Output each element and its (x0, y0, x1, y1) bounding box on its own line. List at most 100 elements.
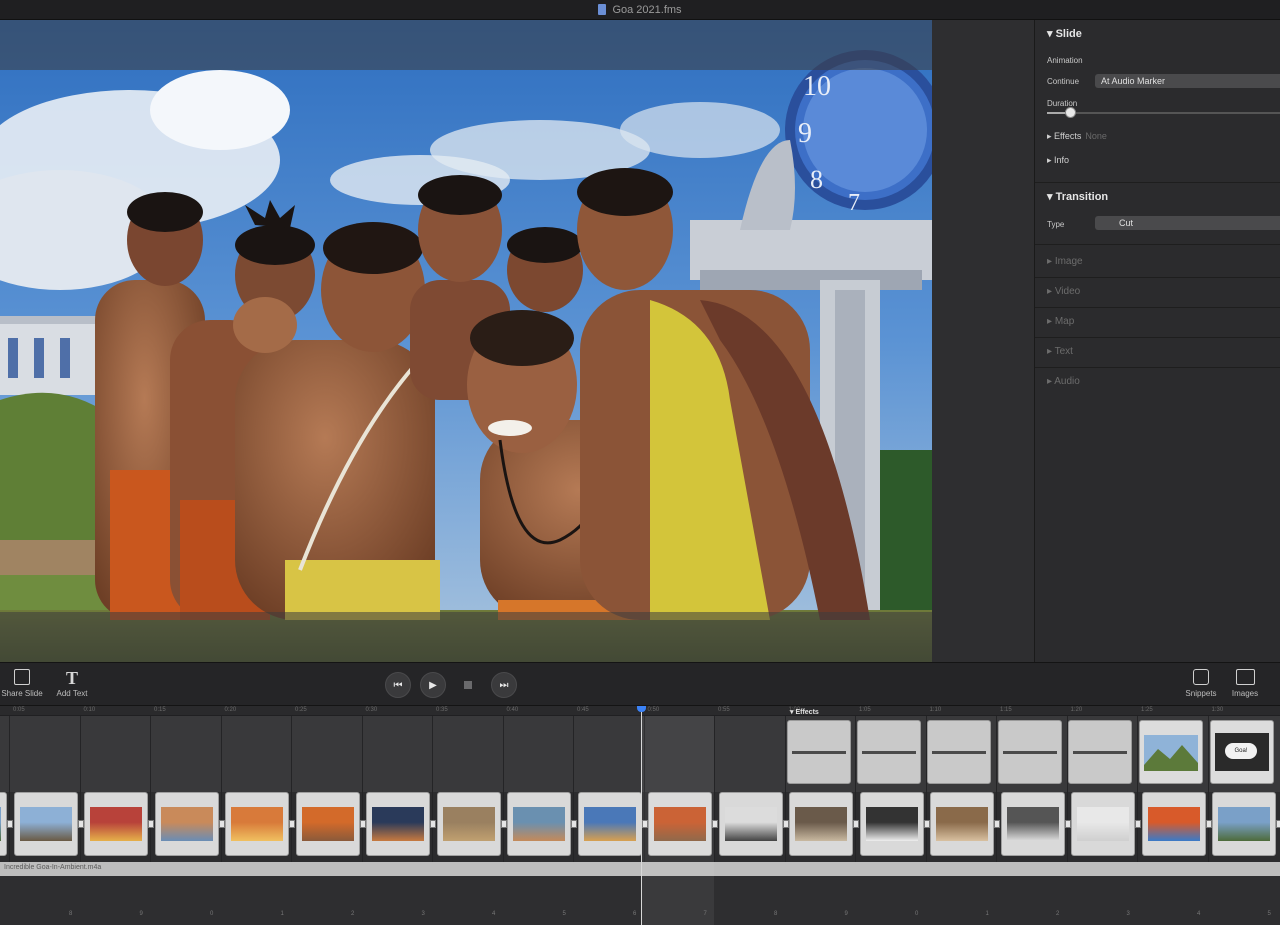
transition-connector[interactable] (500, 820, 507, 828)
transition-connector[interactable] (1064, 820, 1071, 828)
play-button[interactable]: ▶ (420, 672, 446, 698)
duration-slider-track[interactable] (1047, 112, 1280, 114)
slide-viewer[interactable]: 10 9 8 7 (0, 20, 932, 662)
slide-clip[interactable] (577, 792, 642, 856)
slide-thumbnail (1006, 807, 1059, 841)
audio-section[interactable]: ▸ Audio (1047, 376, 1080, 387)
transition-section-header[interactable]: ▾ Transition (1047, 190, 1108, 203)
effect-clip-image[interactable] (1139, 720, 1203, 784)
ruler-tick: 1:25 (1141, 707, 1153, 713)
info-disclosure[interactable]: ▸ Info (1047, 155, 1069, 166)
image-section[interactable]: ▸ Image (1047, 256, 1083, 267)
transition-connector[interactable] (923, 820, 930, 828)
inspector-panel: ▾ Slide Animation Continue At Audio Mark… (1034, 20, 1280, 662)
transition-type-select[interactable]: Cut (1095, 216, 1280, 230)
audio-marker-number[interactable]: 6 (633, 911, 636, 917)
effect-clip[interactable] (927, 720, 991, 784)
effects-disclosure[interactable]: ▸ Effects None (1047, 131, 1107, 142)
effect-clip-text[interactable]: Goa! (1210, 720, 1274, 784)
slide-clip[interactable] (1071, 792, 1135, 856)
audio-marker-number[interactable]: 8 (69, 911, 72, 917)
audio-marker-number[interactable]: 0 (210, 911, 213, 917)
playhead[interactable] (641, 706, 642, 925)
transition-connector[interactable] (782, 820, 789, 828)
slide-clip[interactable] (13, 792, 78, 856)
audio-marker-number[interactable]: 2 (351, 911, 354, 917)
slide-clip[interactable] (859, 792, 924, 856)
slide-clip[interactable] (225, 792, 289, 856)
duration-slider-knob[interactable] (1065, 107, 1076, 118)
transition-connector[interactable] (148, 820, 154, 828)
transition-connector[interactable] (994, 820, 1000, 828)
transition-connector[interactable] (430, 820, 436, 828)
slide-clip[interactable] (507, 792, 571, 856)
effects-track-label[interactable]: ▾ Effects (790, 708, 819, 716)
svg-text:9: 9 (798, 118, 812, 149)
audio-marker-number[interactable]: 5 (563, 911, 566, 917)
images-button[interactable]: Images (1226, 667, 1264, 698)
audio-marker-number[interactable]: 1 (281, 911, 284, 917)
transition-connector[interactable] (7, 820, 13, 828)
effect-clip[interactable] (1068, 720, 1132, 784)
ruler-tick: 0:50 (647, 707, 660, 713)
transition-connector[interactable] (571, 820, 577, 828)
map-section[interactable]: ▸ Map (1047, 316, 1074, 327)
slide-clip[interactable] (718, 792, 783, 856)
slide-clip[interactable] (436, 792, 501, 856)
slide-clip[interactable] (930, 792, 994, 856)
slide-clip[interactable] (366, 792, 430, 856)
ruler-tick: 0:25 (295, 707, 307, 713)
audio-marker-number[interactable]: 7 (704, 911, 707, 917)
audio-marker-number[interactable]: 1 (986, 911, 989, 917)
rewind-button[interactable]: ⏮ (385, 672, 411, 698)
audio-marker-number[interactable]: 4 (492, 911, 495, 917)
snippets-button[interactable]: Snippets (1181, 667, 1221, 698)
effect-clip[interactable] (857, 720, 921, 784)
slide-clip[interactable] (1212, 792, 1276, 856)
transition-connector[interactable] (289, 820, 295, 828)
audio-marker-number[interactable]: 3 (422, 911, 425, 917)
audio-marker-number[interactable]: 9 (140, 911, 143, 917)
audio-track[interactable] (0, 862, 1280, 876)
audio-marker-number[interactable]: 9 (845, 911, 848, 917)
continue-select[interactable]: At Audio Marker (1095, 74, 1280, 88)
slide-clip[interactable] (84, 792, 148, 856)
slide-clip[interactable] (1000, 792, 1065, 856)
text-section[interactable]: ▸ Text (1047, 346, 1073, 357)
ruler-tick: 0:10 (83, 707, 96, 713)
slide-clip[interactable] (789, 792, 853, 856)
transition-connector[interactable] (1135, 820, 1141, 828)
timeline[interactable]: 0:05 0:10 0:15 0:20 0:25 0:30 0:35 0:40 0:45 0:50… (0, 706, 1280, 925)
continue-label: Continue (1047, 77, 1080, 86)
share-slide-button[interactable]: Share Slide (0, 667, 44, 698)
slide-thumbnail (795, 807, 847, 841)
audio-marker-number[interactable]: 4 (1197, 911, 1200, 917)
slide-section-header[interactable]: ▾ Slide (1047, 27, 1082, 40)
audio-marker-number[interactable]: 3 (1127, 911, 1130, 917)
slide-thumbnail (583, 807, 636, 841)
audio-marker-number[interactable]: 8 (774, 911, 777, 917)
transition-connector[interactable] (218, 820, 225, 828)
audio-marker-number[interactable]: 0 (915, 911, 918, 917)
effect-clip[interactable] (787, 720, 851, 784)
add-text-button[interactable]: T Add Text (52, 667, 92, 698)
slide-thumbnail (301, 807, 354, 841)
transition-connector[interactable] (853, 820, 859, 828)
ruler-tick: 1:05 (859, 707, 871, 713)
ruler-tick: 1:20 (1070, 707, 1083, 713)
stop-icon[interactable] (464, 681, 472, 689)
video-section[interactable]: ▸ Video (1047, 286, 1080, 297)
transition-connector[interactable] (1276, 820, 1280, 828)
audio-marker-number[interactable]: 5 (1268, 911, 1271, 917)
slide-clip[interactable] (1141, 792, 1206, 856)
fast-forward-button[interactable]: ⏭ (491, 672, 517, 698)
inspector-divider (1035, 182, 1280, 183)
transition-connector[interactable] (77, 820, 84, 828)
transition-connector[interactable] (359, 820, 366, 828)
effect-clip[interactable] (998, 720, 1062, 784)
slide-clip[interactable] (295, 792, 360, 856)
slide-clip[interactable] (0, 792, 7, 856)
audio-marker-number[interactable]: 2 (1056, 911, 1059, 917)
transition-connector[interactable] (1205, 820, 1212, 828)
slide-clip[interactable] (154, 792, 219, 856)
